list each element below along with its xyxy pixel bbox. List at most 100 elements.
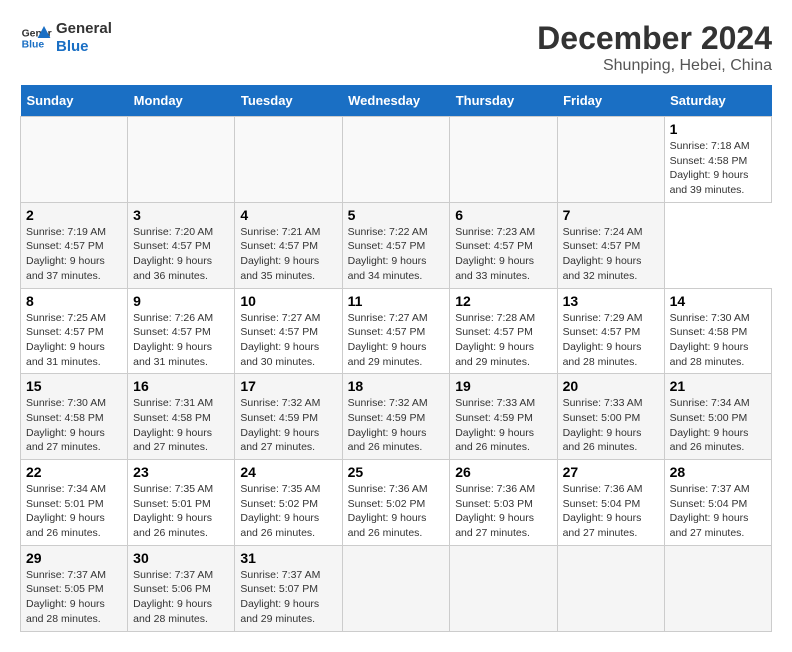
day-number: 4 xyxy=(240,207,336,223)
calendar-header-row: SundayMondayTuesdayWednesdayThursdayFrid… xyxy=(21,85,772,117)
calendar-cell: 5 Sunrise: 7:22 AM Sunset: 4:57 PM Dayli… xyxy=(342,202,450,288)
day-info: Sunrise: 7:37 AM Sunset: 5:05 PM Dayligh… xyxy=(26,568,122,627)
day-number: 7 xyxy=(563,207,659,223)
day-info: Sunrise: 7:35 AM Sunset: 5:02 PM Dayligh… xyxy=(240,482,336,541)
day-info: Sunrise: 7:19 AM Sunset: 4:57 PM Dayligh… xyxy=(26,225,122,284)
day-info: Sunrise: 7:37 AM Sunset: 5:07 PM Dayligh… xyxy=(240,568,336,627)
day-number: 10 xyxy=(240,293,336,309)
day-number: 24 xyxy=(240,464,336,480)
day-info: Sunrise: 7:24 AM Sunset: 4:57 PM Dayligh… xyxy=(563,225,659,284)
day-info: Sunrise: 7:27 AM Sunset: 4:57 PM Dayligh… xyxy=(348,311,445,370)
day-info: Sunrise: 7:20 AM Sunset: 4:57 PM Dayligh… xyxy=(133,225,229,284)
calendar-cell-empty xyxy=(342,545,450,631)
calendar-week-row: 2 Sunrise: 7:19 AM Sunset: 4:57 PM Dayli… xyxy=(21,202,772,288)
day-number: 9 xyxy=(133,293,229,309)
calendar-cell: 26 Sunrise: 7:36 AM Sunset: 5:03 PM Dayl… xyxy=(450,460,557,546)
calendar-cell-empty xyxy=(342,117,450,203)
day-number: 1 xyxy=(670,121,766,137)
day-number: 14 xyxy=(670,293,766,309)
day-number: 28 xyxy=(670,464,766,480)
calendar-week-row: 29 Sunrise: 7:37 AM Sunset: 5:05 PM Dayl… xyxy=(21,545,772,631)
calendar-cell-empty xyxy=(21,117,128,203)
column-header-tuesday: Tuesday xyxy=(235,85,342,117)
calendar-cell: 13 Sunrise: 7:29 AM Sunset: 4:57 PM Dayl… xyxy=(557,288,664,374)
day-number: 21 xyxy=(670,378,766,394)
calendar-cell: 7 Sunrise: 7:24 AM Sunset: 4:57 PM Dayli… xyxy=(557,202,664,288)
calendar-week-row: 1 Sunrise: 7:18 AM Sunset: 4:58 PM Dayli… xyxy=(21,117,772,203)
column-header-wednesday: Wednesday xyxy=(342,85,450,117)
day-number: 27 xyxy=(563,464,659,480)
column-header-sunday: Sunday xyxy=(21,85,128,117)
column-header-friday: Friday xyxy=(557,85,664,117)
calendar-cell: 4 Sunrise: 7:21 AM Sunset: 4:57 PM Dayli… xyxy=(235,202,342,288)
calendar-cell: 15 Sunrise: 7:30 AM Sunset: 4:58 PM Dayl… xyxy=(21,374,128,460)
day-info: Sunrise: 7:35 AM Sunset: 5:01 PM Dayligh… xyxy=(133,482,229,541)
day-info: Sunrise: 7:37 AM Sunset: 5:06 PM Dayligh… xyxy=(133,568,229,627)
day-number: 30 xyxy=(133,550,229,566)
day-number: 19 xyxy=(455,378,551,394)
day-info: Sunrise: 7:28 AM Sunset: 4:57 PM Dayligh… xyxy=(455,311,551,370)
calendar-cell: 2 Sunrise: 7:19 AM Sunset: 4:57 PM Dayli… xyxy=(21,202,128,288)
day-number: 26 xyxy=(455,464,551,480)
svg-text:Blue: Blue xyxy=(22,40,45,51)
calendar-cell: 3 Sunrise: 7:20 AM Sunset: 4:57 PM Dayli… xyxy=(128,202,235,288)
column-header-monday: Monday xyxy=(128,85,235,117)
day-number: 17 xyxy=(240,378,336,394)
logo: General Blue General Blue xyxy=(20,20,112,56)
day-number: 2 xyxy=(26,207,122,223)
calendar-week-row: 22 Sunrise: 7:34 AM Sunset: 5:01 PM Dayl… xyxy=(21,460,772,546)
day-info: Sunrise: 7:22 AM Sunset: 4:57 PM Dayligh… xyxy=(348,225,445,284)
day-number: 11 xyxy=(348,293,445,309)
day-info: Sunrise: 7:23 AM Sunset: 4:57 PM Dayligh… xyxy=(455,225,551,284)
calendar-table: SundayMondayTuesdayWednesdayThursdayFrid… xyxy=(20,85,772,632)
day-info: Sunrise: 7:36 AM Sunset: 5:02 PM Dayligh… xyxy=(348,482,445,541)
day-number: 15 xyxy=(26,378,122,394)
calendar-cell: 14 Sunrise: 7:30 AM Sunset: 4:58 PM Dayl… xyxy=(664,288,771,374)
calendar-body: 1 Sunrise: 7:18 AM Sunset: 4:58 PM Dayli… xyxy=(21,117,772,632)
day-info: Sunrise: 7:25 AM Sunset: 4:57 PM Dayligh… xyxy=(26,311,122,370)
day-info: Sunrise: 7:26 AM Sunset: 4:57 PM Dayligh… xyxy=(133,311,229,370)
day-info: Sunrise: 7:34 AM Sunset: 5:00 PM Dayligh… xyxy=(670,396,766,455)
calendar-cell-empty xyxy=(557,117,664,203)
calendar-cell: 10 Sunrise: 7:27 AM Sunset: 4:57 PM Dayl… xyxy=(235,288,342,374)
day-info: Sunrise: 7:36 AM Sunset: 5:04 PM Dayligh… xyxy=(563,482,659,541)
calendar-cell-empty xyxy=(557,545,664,631)
day-info: Sunrise: 7:31 AM Sunset: 4:58 PM Dayligh… xyxy=(133,396,229,455)
logo-text-general: General xyxy=(56,20,112,38)
day-number: 25 xyxy=(348,464,445,480)
calendar-cell: 6 Sunrise: 7:23 AM Sunset: 4:57 PM Dayli… xyxy=(450,202,557,288)
day-info: Sunrise: 7:32 AM Sunset: 4:59 PM Dayligh… xyxy=(348,396,445,455)
day-number: 5 xyxy=(348,207,445,223)
day-info: Sunrise: 7:18 AM Sunset: 4:58 PM Dayligh… xyxy=(670,139,766,198)
calendar-cell-empty xyxy=(664,545,771,631)
day-info: Sunrise: 7:33 AM Sunset: 4:59 PM Dayligh… xyxy=(455,396,551,455)
calendar-cell: 18 Sunrise: 7:32 AM Sunset: 4:59 PM Dayl… xyxy=(342,374,450,460)
day-info: Sunrise: 7:33 AM Sunset: 5:00 PM Dayligh… xyxy=(563,396,659,455)
day-info: Sunrise: 7:30 AM Sunset: 4:58 PM Dayligh… xyxy=(26,396,122,455)
day-number: 22 xyxy=(26,464,122,480)
month-title: December 2024 xyxy=(537,20,772,57)
day-number: 29 xyxy=(26,550,122,566)
day-info: Sunrise: 7:34 AM Sunset: 5:01 PM Dayligh… xyxy=(26,482,122,541)
logo-icon: General Blue xyxy=(20,22,52,54)
calendar-cell: 20 Sunrise: 7:33 AM Sunset: 5:00 PM Dayl… xyxy=(557,374,664,460)
day-info: Sunrise: 7:32 AM Sunset: 4:59 PM Dayligh… xyxy=(240,396,336,455)
page-header: General Blue General Blue December 2024 … xyxy=(20,20,772,75)
calendar-cell: 29 Sunrise: 7:37 AM Sunset: 5:05 PM Dayl… xyxy=(21,545,128,631)
day-number: 31 xyxy=(240,550,336,566)
day-number: 6 xyxy=(455,207,551,223)
location-title: Shunping, Hebei, China xyxy=(537,57,772,75)
column-header-saturday: Saturday xyxy=(664,85,771,117)
calendar-cell-empty xyxy=(450,117,557,203)
calendar-week-row: 8 Sunrise: 7:25 AM Sunset: 4:57 PM Dayli… xyxy=(21,288,772,374)
calendar-cell: 1 Sunrise: 7:18 AM Sunset: 4:58 PM Dayli… xyxy=(664,117,771,203)
calendar-cell-empty xyxy=(450,545,557,631)
logo-text-blue: Blue xyxy=(56,38,112,56)
title-area: December 2024 Shunping, Hebei, China xyxy=(537,20,772,75)
day-number: 12 xyxy=(455,293,551,309)
calendar-cell: 31 Sunrise: 7:37 AM Sunset: 5:07 PM Dayl… xyxy=(235,545,342,631)
day-number: 23 xyxy=(133,464,229,480)
day-number: 8 xyxy=(26,293,122,309)
day-info: Sunrise: 7:36 AM Sunset: 5:03 PM Dayligh… xyxy=(455,482,551,541)
day-info: Sunrise: 7:29 AM Sunset: 4:57 PM Dayligh… xyxy=(563,311,659,370)
